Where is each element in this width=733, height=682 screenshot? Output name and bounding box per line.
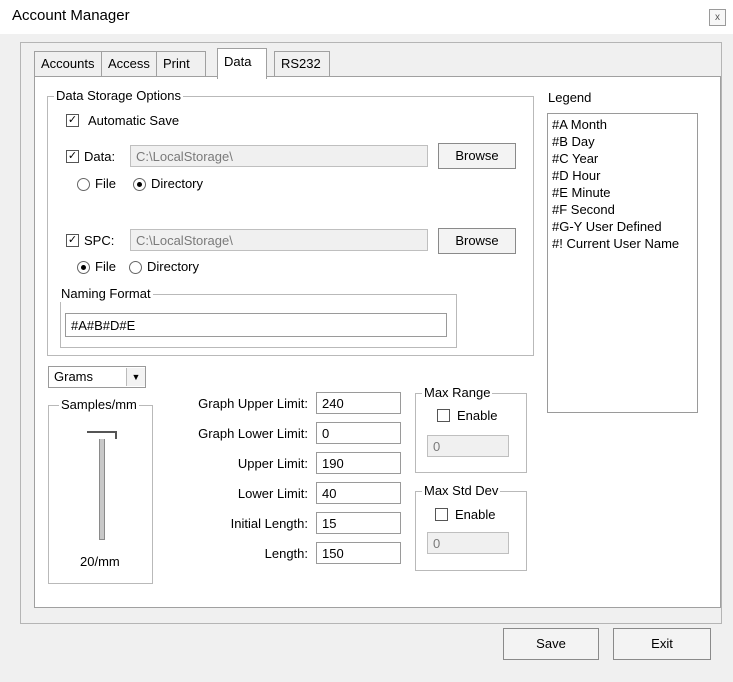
spc-file-radio[interactable] [77, 261, 90, 274]
initial-length-input[interactable]: 15 [316, 512, 401, 534]
data-file-radio[interactable] [77, 178, 90, 191]
data-storage-options-title: Data Storage Options [54, 88, 184, 104]
spc-browse-button[interactable]: Browse [438, 228, 516, 254]
radio-selected-dot [81, 265, 86, 270]
legend-item: #D Hour [552, 168, 601, 183]
units-selected-value: Grams [54, 369, 93, 384]
data-browse-button[interactable]: Browse [438, 143, 516, 169]
lower-limit-label: Lower Limit: [237, 486, 308, 501]
spc-directory-radio[interactable] [129, 261, 142, 274]
save-button[interactable]: Save [503, 628, 599, 660]
legend-title: Legend [548, 90, 592, 105]
lower-limit-input[interactable]: 40 [316, 482, 401, 504]
max-std-dev-enable-checkbox[interactable] [435, 508, 448, 521]
max-range-title: Max Range [422, 385, 493, 401]
legend-item: #A Month [552, 117, 607, 132]
max-range-enable-checkbox[interactable] [437, 409, 450, 422]
automatic-save-checkbox[interactable]: ✓ [66, 114, 79, 127]
chevron-down-icon[interactable]: ▼ [126, 368, 145, 386]
tab-print[interactable]: Print [156, 51, 206, 76]
samples-slider-track[interactable] [99, 438, 105, 540]
data-directory-label: Directory [151, 176, 204, 191]
tab-accounts[interactable]: Accounts [34, 51, 102, 76]
graph-upper-limit-label: Graph Upper Limit: [198, 396, 308, 411]
graph-upper-limit-input[interactable]: 240 [316, 392, 401, 414]
exit-button[interactable]: Exit [613, 628, 711, 660]
data-checkbox[interactable]: ✓ [66, 150, 79, 163]
naming-format-title: Naming Format [59, 286, 153, 302]
spc-directory-label: Directory [147, 259, 200, 274]
close-icon[interactable]: x [709, 9, 726, 26]
data-label: Data: [84, 149, 116, 164]
upper-limit-input[interactable]: 190 [316, 452, 401, 474]
data-path-field[interactable]: C:\LocalStorage\ [130, 145, 428, 167]
radio-selected-dot [137, 182, 142, 187]
length-label: Length: [264, 546, 308, 561]
spc-path-field[interactable]: C:\LocalStorage\ [130, 229, 428, 251]
spc-label: SPC: [84, 233, 115, 248]
initial-length-label: Initial Length: [230, 516, 308, 531]
automatic-save-label: Automatic Save [88, 113, 180, 128]
upper-limit-label: Upper Limit: [237, 456, 308, 471]
title-bar: Account Manager x [0, 0, 733, 34]
naming-format-input[interactable]: #A#B#D#E [65, 313, 447, 337]
tab-access[interactable]: Access [101, 51, 157, 76]
tab-data[interactable]: Data [217, 48, 267, 79]
graph-lower-limit-input[interactable]: 0 [316, 422, 401, 444]
max-range-group: Max Range [415, 385, 527, 473]
legend-item: #C Year [552, 151, 599, 166]
max-std-dev-group: Max Std Dev [415, 483, 527, 571]
data-file-label: File [95, 176, 116, 191]
max-std-dev-title: Max Std Dev [422, 483, 501, 499]
legend-item: #G-Y User Defined [552, 219, 662, 234]
legend-item: #! Current User Name [552, 236, 680, 251]
legend-item: #E Minute [552, 185, 611, 200]
legend-item: #F Second [552, 202, 615, 217]
graph-lower-limit-label: Graph Lower Limit: [198, 426, 308, 441]
max-std-dev-enable-label: Enable [455, 507, 496, 522]
legend-list: #A Month #B Day #C Year #D Hour #E Minut… [547, 113, 698, 413]
tab-rs232[interactable]: RS232 [274, 51, 330, 76]
samples-slider-thumb[interactable] [87, 431, 117, 439]
legend-item: #B Day [552, 134, 595, 149]
samples-value-label: 20/mm [80, 554, 120, 569]
max-std-dev-input[interactable]: 0 [427, 532, 509, 554]
max-range-input[interactable]: 0 [427, 435, 509, 457]
max-range-enable-label: Enable [457, 408, 498, 423]
spc-file-label: File [95, 259, 116, 274]
spc-checkbox[interactable]: ✓ [66, 234, 79, 247]
data-directory-radio[interactable] [133, 178, 146, 191]
window-title: Account Manager [12, 7, 130, 24]
samples-per-mm-title: Samples/mm [59, 397, 139, 413]
length-input[interactable]: 150 [316, 542, 401, 564]
